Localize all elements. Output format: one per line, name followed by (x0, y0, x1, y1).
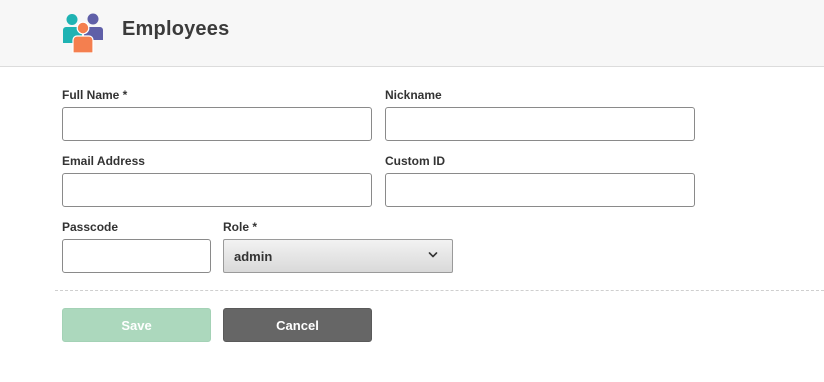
role-select-value: admin (234, 249, 273, 264)
passcode-label: Passcode (62, 220, 119, 234)
role-select[interactable]: admin (223, 239, 453, 273)
employees-people-icon (63, 13, 103, 53)
custom-id-field[interactable] (385, 173, 695, 207)
save-button[interactable]: Save (62, 308, 211, 342)
nickname-field[interactable] (385, 107, 695, 141)
email-label: Email Address (62, 154, 145, 168)
passcode-field[interactable] (62, 239, 211, 273)
role-label: Role * (223, 220, 258, 234)
page-header: Employees (0, 0, 824, 67)
custom-id-label: Custom ID (385, 154, 445, 168)
form-divider (55, 290, 824, 291)
cancel-button[interactable]: Cancel (223, 308, 372, 342)
full-name-label: Full Name * (62, 88, 128, 102)
nickname-label: Nickname (385, 88, 442, 102)
page-title: Employees (122, 18, 230, 40)
email-field[interactable] (62, 173, 372, 207)
chevron-down-icon (428, 252, 438, 258)
full-name-field[interactable] (62, 107, 372, 141)
